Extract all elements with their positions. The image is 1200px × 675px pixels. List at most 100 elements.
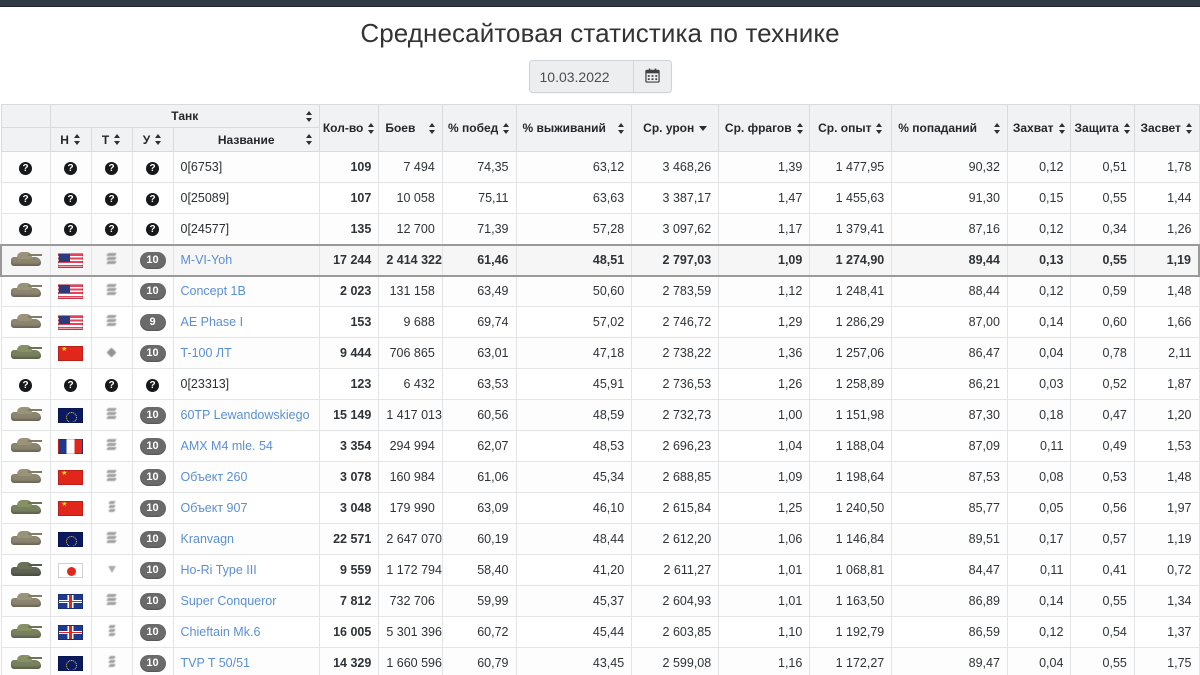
header-group-tank[interactable]: Танк bbox=[49, 104, 320, 128]
cell-name[interactable]: Concept 1B bbox=[172, 275, 320, 307]
column-header-type[interactable]: Т bbox=[90, 127, 133, 152]
column-header-count[interactable]: Кол-во bbox=[318, 104, 380, 152]
table-row[interactable]: 10 TVP T 50/51 14 329 1 660 596 60,79 43,45 2 … bbox=[0, 647, 1200, 675]
unknown-nation-icon: ? bbox=[64, 378, 78, 392]
vehicle-stats-table: Танк Кол-во Боев % побед % выживаний Ср. урон… bbox=[0, 104, 1200, 675]
cell-avgdmg: 2 783,59 bbox=[631, 275, 720, 307]
cell-name[interactable]: AE Phase I bbox=[172, 306, 320, 338]
table-row[interactable]: ???? 0[23313] 123 6 432 63,53 45,91 2 736,53 1,… bbox=[0, 368, 1200, 400]
vehicle-name-link[interactable]: Super Conqueror bbox=[181, 594, 277, 608]
cell-tier: 10 bbox=[131, 399, 174, 431]
date-filter-area bbox=[0, 60, 1200, 93]
cell-name[interactable]: Объект 260 bbox=[172, 461, 320, 493]
vehicle-name-link[interactable]: Объект 907 bbox=[181, 501, 248, 515]
table-row[interactable]: ???? 0[24577] 135 12 700 71,39 57,28 3 097,62 1… bbox=[0, 213, 1200, 245]
column-header-label: Захват bbox=[1012, 121, 1054, 135]
date-picker-group[interactable] bbox=[528, 60, 672, 93]
vehicle-name-link[interactable]: M-VI-Yoh bbox=[181, 253, 233, 267]
cell-hits: 86,47 bbox=[891, 337, 1008, 369]
vehicle-name-link[interactable]: TVP T 50/51 bbox=[181, 656, 251, 670]
cell-winrate: 60,72 bbox=[441, 616, 517, 648]
cell-nation bbox=[49, 430, 92, 462]
column-header-nation[interactable]: Н bbox=[49, 127, 92, 152]
cell-avgdmg: 2 736,53 bbox=[631, 368, 720, 400]
table-row[interactable]: 10 Kranvagn 22 571 2 647 070 60,19 48,44 2 612… bbox=[0, 523, 1200, 555]
vehicle-name-link[interactable]: AE Phase I bbox=[181, 315, 244, 329]
cell-name[interactable]: Kranvagn bbox=[172, 523, 320, 555]
vehicle-name-link[interactable]: AMX M4 mle. 54 bbox=[181, 439, 273, 453]
vehicle-name-link[interactable]: 60TP Lewandowskiego bbox=[181, 408, 310, 422]
table-row[interactable]: 10 Concept 1B 2 023 131 158 63,49 50,60 2 783,… bbox=[0, 275, 1200, 307]
vehicle-name-link[interactable]: T-100 ЛТ bbox=[181, 346, 232, 360]
cell-name[interactable]: Ho-Ri Type III bbox=[172, 554, 320, 586]
table-row[interactable]: 10 AMX M4 mle. 54 3 354 294 994 62,07 48,53 2 … bbox=[0, 430, 1200, 462]
column-header-tier[interactable]: У bbox=[131, 127, 174, 152]
calendar-button[interactable] bbox=[632, 61, 671, 92]
column-header-avgdmg[interactable]: Ср. урон bbox=[631, 104, 720, 152]
cell-winrate: 59,99 bbox=[441, 585, 517, 617]
cell-name[interactable]: T-100 ЛТ bbox=[172, 337, 320, 369]
table-row[interactable]: 10 Super Conqueror 7 812 732 706 59,99 45,37 2… bbox=[0, 585, 1200, 617]
cell-nation bbox=[49, 337, 92, 369]
cell-name: 0[23313] bbox=[172, 368, 320, 400]
table-row[interactable]: 10 60TP Lewandowskiego 15 149 1 417 013 60,5… bbox=[0, 399, 1200, 431]
table-row[interactable]: ???? 0[6753] 109 7 494 74,35 63,12 3 468,26 1,3… bbox=[0, 151, 1200, 183]
cell-name[interactable]: 60TP Lewandowskiego bbox=[172, 399, 320, 431]
vehicle-name-link[interactable]: Ho-Ri Type III bbox=[181, 563, 257, 577]
cell-count: 135 bbox=[318, 213, 380, 245]
cell-count: 9 444 bbox=[318, 337, 380, 369]
cell-avgfrag: 1,47 bbox=[718, 182, 811, 214]
table-row[interactable]: 10 T-100 ЛТ 9 444706 86563,0147,182 738,22… bbox=[0, 337, 1200, 369]
table-row[interactable]: 10 M-VI-Yoh 17 244 2 414 322 61,46 48,51 2 797… bbox=[0, 243, 1200, 277]
column-header-def[interactable]: Защита bbox=[1070, 104, 1135, 152]
unknown-tier-icon: ? bbox=[146, 192, 160, 206]
cell-spot: 1,19 bbox=[1133, 523, 1200, 555]
cell-spot: 0,72 bbox=[1133, 554, 1200, 586]
cell-survival: 45,91 bbox=[515, 368, 633, 400]
column-header-spot[interactable]: Засвет bbox=[1133, 104, 1200, 152]
table-head-group-row: Танк Кол-во Боев % побед % выживаний Ср. урон… bbox=[0, 104, 1200, 152]
column-header-label: % выживаний bbox=[522, 121, 606, 135]
cell-name[interactable]: M-VI-Yoh bbox=[172, 243, 320, 277]
vehicle-name-link[interactable]: Chieftain Mk.6 bbox=[181, 625, 261, 639]
cell-battles: 7 494 bbox=[378, 151, 443, 183]
cell-name[interactable]: Объект 907 bbox=[172, 492, 320, 524]
table-row[interactable]: 10 Объект 260 3 078160 98461,0645,342 688,… bbox=[0, 461, 1200, 493]
cell-hits: 87,30 bbox=[891, 399, 1008, 431]
column-header-survival[interactable]: % выживаний bbox=[515, 104, 633, 152]
column-header-cap[interactable]: Захват bbox=[1006, 104, 1072, 152]
sort-updown-icon bbox=[73, 134, 81, 145]
sort-updown-icon bbox=[114, 134, 121, 145]
column-header-avgfrag[interactable]: Ср. фрагов bbox=[718, 104, 811, 152]
vehicle-name-link[interactable]: Объект 260 bbox=[181, 470, 248, 484]
cell-name[interactable]: TVP T 50/51 bbox=[172, 647, 320, 675]
table-row[interactable]: 9 AE Phase I 153 9 688 69,74 57,02 2 746,72 1,2… bbox=[0, 306, 1200, 338]
table-row[interactable]: 10 Chieftain Mk.6 16 005 5 301 396 60,72 45,4… bbox=[0, 616, 1200, 648]
table-row[interactable]: 10 Объект 907 3 048179 99063,0946,102 615,… bbox=[0, 492, 1200, 524]
date-input[interactable] bbox=[529, 61, 633, 92]
column-header-hits[interactable]: % попаданий bbox=[891, 104, 1008, 152]
sort-desc-icon bbox=[699, 125, 708, 131]
sort-updown-icon bbox=[1185, 122, 1193, 134]
vehicle-name-link[interactable]: Concept 1B bbox=[181, 284, 246, 298]
table-row[interactable]: 10 Ho-Ri Type III 9 559 1 172 794 58,40 41,20… bbox=[0, 554, 1200, 586]
cell-avgfrag: 1,00 bbox=[718, 399, 811, 431]
cell-spot: 1,37 bbox=[1133, 616, 1200, 648]
vehicle-class-icon-heavy bbox=[105, 314, 118, 328]
cell-hits: 84,47 bbox=[891, 554, 1008, 586]
column-header-name[interactable]: Название bbox=[172, 127, 320, 152]
cell-tier: 10 bbox=[131, 275, 174, 307]
column-header-winrate[interactable]: % побед bbox=[441, 104, 517, 152]
cell-name[interactable]: Chieftain Mk.6 bbox=[172, 616, 320, 648]
column-header-avgxp[interactable]: Ср. опыт bbox=[809, 104, 893, 152]
sort-updown-icon bbox=[1058, 122, 1066, 134]
cell-avgxp: 1 172,27 bbox=[809, 647, 893, 675]
column-header-battles[interactable]: Боев bbox=[378, 104, 443, 152]
tank-silhouette-icon bbox=[9, 343, 43, 360]
table-row[interactable]: ???? 0[25089] 107 10 058 75,11 63,63 3 387,17 1… bbox=[0, 182, 1200, 214]
cell-def: 0,41 bbox=[1070, 554, 1135, 586]
sort-updown-icon bbox=[368, 122, 375, 134]
cell-name[interactable]: Super Conqueror bbox=[172, 585, 320, 617]
cell-name[interactable]: AMX M4 mle. 54 bbox=[172, 430, 320, 462]
vehicle-name-link[interactable]: Kranvagn bbox=[181, 532, 235, 546]
